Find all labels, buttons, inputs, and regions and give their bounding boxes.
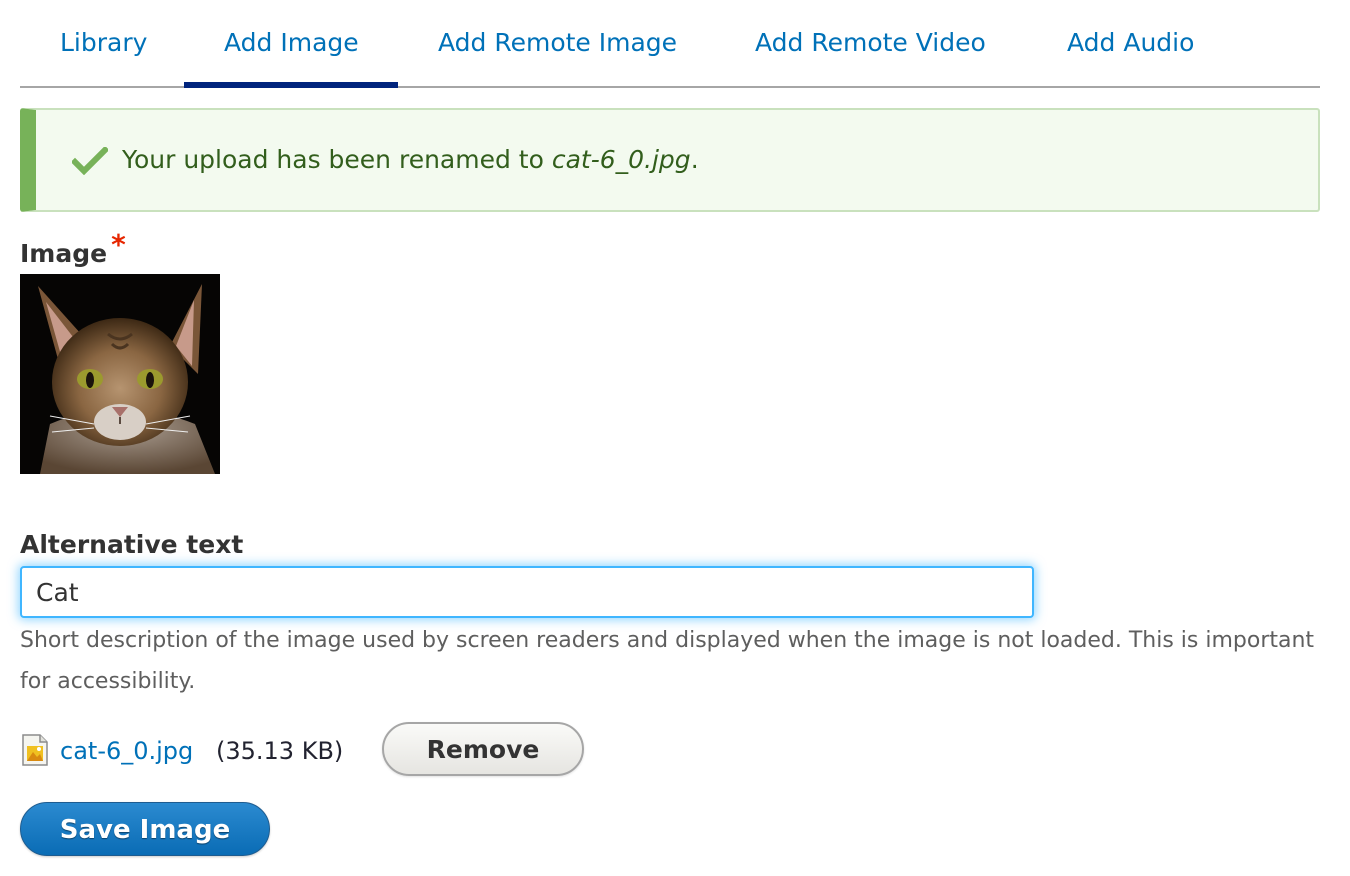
alt-text-label: Alternative text (20, 530, 244, 559)
tab-add-remote-image[interactable]: Add Remote Image (438, 0, 677, 88)
status-text-suffix: . (690, 145, 699, 174)
remove-button[interactable]: Remove (382, 722, 584, 776)
file-link[interactable]: cat-6_0.jpg (60, 732, 193, 770)
required-marker: * (111, 228, 126, 261)
media-tabs: Library Add Image Add Remote Image Add R… (20, 0, 1320, 88)
media-add-form: Library Add Image Add Remote Image Add R… (0, 0, 1350, 876)
status-filename: cat-6_0.jpg (551, 145, 691, 174)
status-message: Your upload has been renamed to cat-6_0.… (20, 108, 1320, 212)
image-file-icon (22, 734, 48, 766)
save-image-button[interactable]: Save Image (20, 802, 270, 856)
active-tab-indicator (184, 82, 398, 88)
status-text-prefix: Your upload has been renamed to (122, 145, 552, 174)
image-label-text: Image (20, 239, 108, 268)
alt-text-input[interactable] (20, 566, 1034, 618)
checkmark-icon (72, 147, 108, 175)
file-size: (35.13 KB) (216, 737, 344, 765)
tab-add-audio[interactable]: Add Audio (1067, 0, 1194, 88)
image-field-label: Image * (20, 228, 126, 273)
tab-library[interactable]: Library (60, 0, 147, 88)
tab-add-remote-video[interactable]: Add Remote Video (755, 0, 986, 88)
alt-text-description: Short description of the image used by s… (20, 628, 1315, 694)
status-text: Your upload has been renamed to cat-6_0.… (122, 110, 699, 210)
image-thumbnail (20, 274, 220, 474)
tab-add-image[interactable]: Add Image (224, 0, 359, 88)
